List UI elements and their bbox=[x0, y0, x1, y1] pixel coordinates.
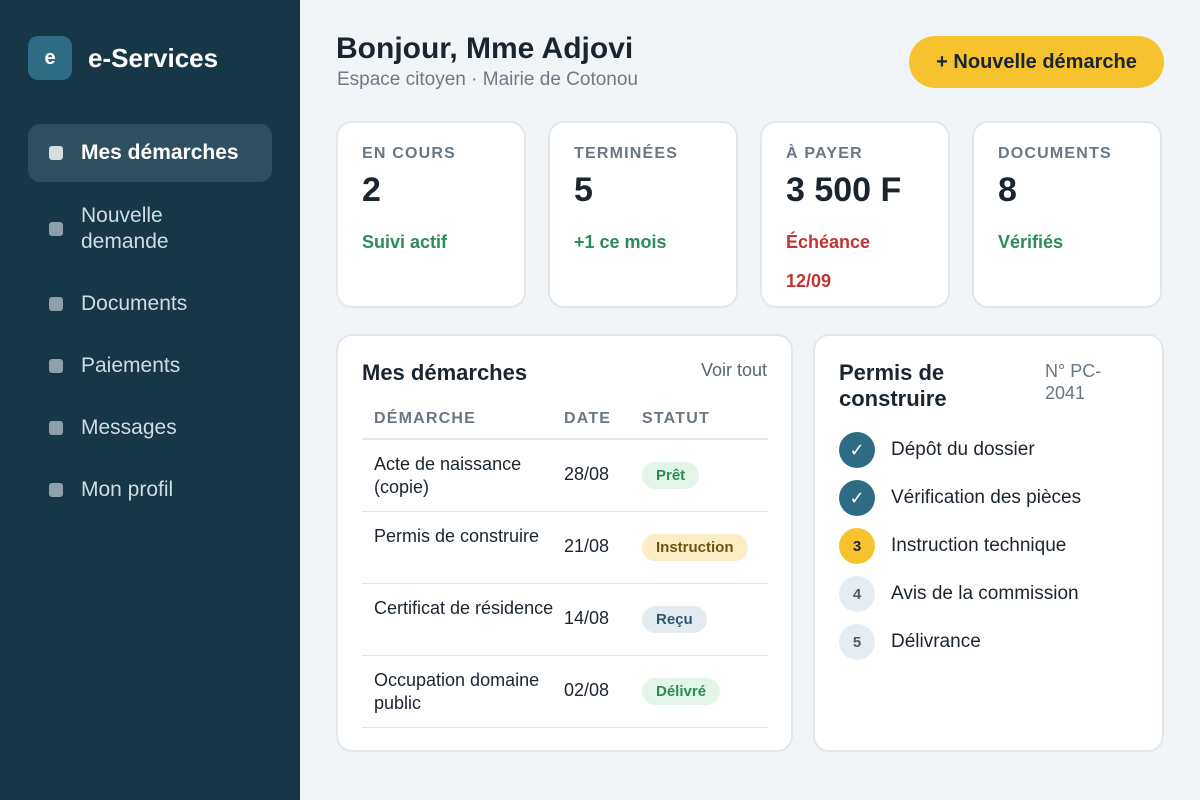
procedures-panel: Mes démarches Voir tout DÉMARCHE DATE ST… bbox=[336, 334, 793, 752]
step-label: Vérification des pièces bbox=[891, 487, 1082, 508]
page-subtitle: Espace citoyen · Mairie de Cotonou bbox=[337, 69, 638, 90]
see-all-link[interactable]: Voir tout bbox=[701, 360, 767, 381]
stat-card-documents[interactable]: DOCUMENTS 8 Vérifiés bbox=[972, 121, 1162, 308]
table-row[interactable]: Occupation domaine public 02/08 Délivré bbox=[362, 656, 768, 728]
new-procedure-button[interactable]: + Nouvelle démarche bbox=[909, 36, 1164, 88]
check-icon: ✓ bbox=[839, 432, 875, 468]
stat-label: À PAYER bbox=[786, 145, 863, 162]
stat-value: 5 bbox=[574, 171, 593, 209]
page-title: Bonjour, Mme Adjovi bbox=[336, 32, 634, 65]
nav-bullet-icon bbox=[49, 297, 63, 311]
table-row[interactable]: Permis de construire 21/08 Instruction bbox=[362, 512, 768, 584]
table-body: Acte de naissance (copie) 28/08 Prêt Per… bbox=[362, 440, 768, 728]
brand-name: e-Services bbox=[88, 42, 219, 73]
row-date: 14/08 bbox=[564, 608, 610, 628]
table-header: DÉMARCHE DATE STATUT bbox=[362, 408, 768, 440]
row-name: Certificat de résidence bbox=[374, 598, 554, 618]
permit-number: N° PC-2041 bbox=[1045, 361, 1102, 403]
step-label: Dépôt du dossier bbox=[891, 439, 1035, 460]
status-badge: Instruction bbox=[642, 534, 748, 561]
stat-card-terminees[interactable]: TERMINÉES 5 +1 ce mois bbox=[548, 121, 738, 308]
stat-card-en-cours[interactable]: EN COURS 2 Suivi actif bbox=[336, 121, 526, 308]
brand-logo: e bbox=[28, 36, 72, 80]
sidebar-item-label: Mon profil bbox=[81, 478, 174, 501]
sidebar-item-mon-profil[interactable]: Mon profil bbox=[28, 472, 272, 508]
permit-title: Permis de construire bbox=[839, 360, 947, 411]
stat-label: DOCUMENTS bbox=[998, 145, 1112, 162]
row-date: 28/08 bbox=[564, 464, 610, 484]
row-date: 02/08 bbox=[564, 680, 610, 700]
status-badge: Prêt bbox=[642, 462, 700, 489]
sidebar-item-label: Messages bbox=[81, 416, 177, 439]
sidebar-item-label: Mes démarches bbox=[81, 141, 239, 164]
step-label: Délivrance bbox=[891, 631, 981, 652]
sidebar-item-label: Nouvelle demande bbox=[81, 204, 169, 253]
column-header-date[interactable]: DATE bbox=[564, 410, 611, 428]
brand[interactable]: e e-Services bbox=[28, 36, 218, 80]
permit-panel: Permis de construire N° PC-2041 ✓ Dépôt … bbox=[813, 334, 1164, 752]
status-badge: Reçu bbox=[642, 606, 707, 633]
check-icon: ✓ bbox=[839, 480, 875, 516]
step-item: ✓ Dépôt du dossier bbox=[839, 426, 1139, 474]
table-row[interactable]: Certificat de résidence 14/08 Reçu bbox=[362, 584, 768, 656]
sidebar-item-label: Paiements bbox=[81, 354, 181, 377]
sidebar-item-documents[interactable]: Documents bbox=[28, 286, 272, 322]
status-badge: Délivré bbox=[642, 678, 721, 705]
progress-steps: ✓ Dépôt du dossier ✓ Vérification des pi… bbox=[839, 426, 1139, 666]
stat-value: 8 bbox=[998, 171, 1017, 209]
sidebar-item-label: Documents bbox=[81, 292, 188, 315]
step-item: 5 Délivrance bbox=[839, 618, 1139, 666]
stat-note: Vérifiés bbox=[998, 232, 1064, 252]
nav-bullet-icon bbox=[49, 222, 63, 236]
sidebar: e e-Services Mes démarches Nouvelle dema… bbox=[0, 0, 300, 800]
procedures-title: Mes démarches bbox=[362, 360, 528, 385]
row-name: Acte de naissance (copie) bbox=[374, 454, 522, 497]
stat-note: Échéance 12/09 bbox=[786, 232, 871, 291]
stat-note: Suivi actif bbox=[362, 232, 448, 252]
step-item: 4 Avis de la commission bbox=[839, 570, 1139, 618]
sidebar-item-messages[interactable]: Messages bbox=[28, 410, 272, 446]
step-number: 4 bbox=[839, 576, 875, 612]
step-label: Instruction technique bbox=[891, 535, 1067, 556]
step-label: Avis de la commission bbox=[891, 583, 1079, 604]
table-row[interactable]: Acte de naissance (copie) 28/08 Prêt bbox=[362, 440, 768, 512]
stat-value: 3 500 F bbox=[786, 171, 902, 209]
column-header-demarche[interactable]: DÉMARCHE bbox=[374, 410, 476, 428]
nav-bullet-icon bbox=[49, 483, 63, 497]
step-number: 3 bbox=[839, 528, 875, 564]
sidebar-item-mes-demarches[interactable]: Mes démarches bbox=[28, 124, 272, 182]
step-item: 3 Instruction technique bbox=[839, 522, 1139, 570]
row-name: Occupation domaine public bbox=[374, 670, 540, 713]
step-item: ✓ Vérification des pièces bbox=[839, 474, 1139, 522]
nav-bullet-icon bbox=[49, 359, 63, 373]
stat-card-a-payer[interactable]: À PAYER 3 500 F Échéance 12/09 bbox=[760, 121, 950, 308]
stat-note: +1 ce mois bbox=[574, 232, 667, 252]
stat-label: EN COURS bbox=[362, 145, 457, 162]
row-name: Permis de construire bbox=[374, 526, 540, 546]
stat-label: TERMINÉES bbox=[574, 145, 679, 162]
stat-value: 2 bbox=[362, 171, 381, 209]
row-date: 21/08 bbox=[564, 536, 610, 556]
sidebar-item-nouvelle-demande[interactable]: Nouvelle demande bbox=[28, 200, 272, 258]
nav-bullet-icon bbox=[49, 421, 63, 435]
sidebar-item-paiements[interactable]: Paiements bbox=[28, 348, 272, 384]
step-number: 5 bbox=[839, 624, 875, 660]
column-header-statut[interactable]: STATUT bbox=[642, 410, 710, 428]
nav-bullet-icon bbox=[49, 146, 63, 160]
